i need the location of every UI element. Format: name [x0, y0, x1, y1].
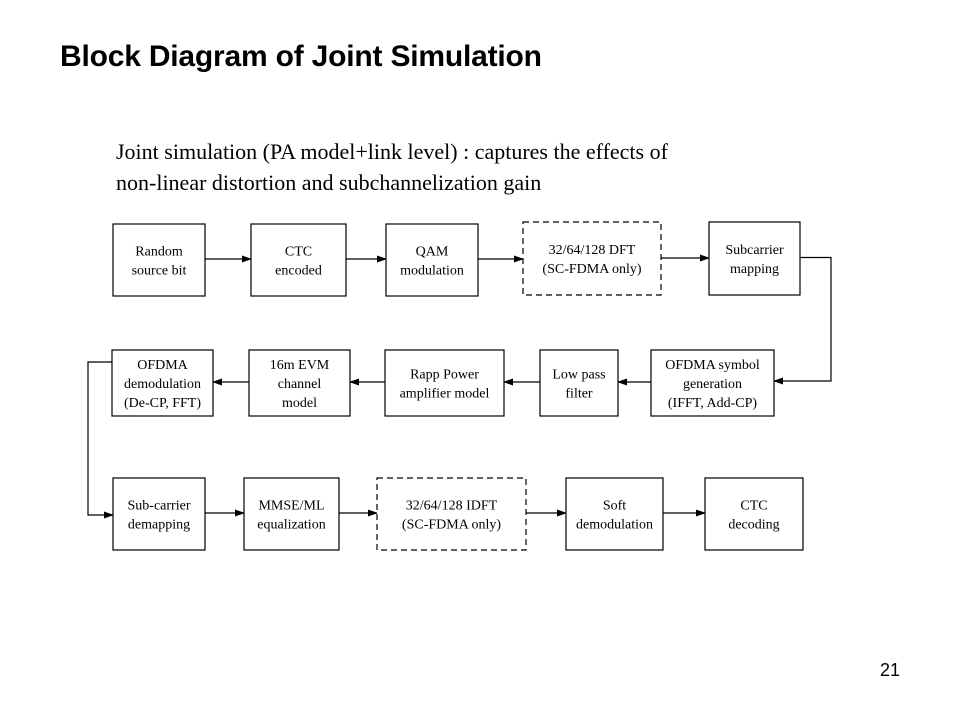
block-label: OFDMA	[137, 358, 188, 373]
block-sub-carrier-demapping: Sub-carrier demapping	[112, 477, 206, 551]
block-box	[704, 477, 804, 551]
block-label: model	[282, 396, 317, 411]
block-low-pass-filter: Low pass filter	[539, 349, 619, 417]
block-label: modulation	[400, 264, 464, 279]
block-box	[522, 221, 662, 296]
block-rapp-power-amplifier-model: Rapp Power amplifier model	[384, 349, 505, 417]
block-box	[243, 477, 340, 551]
block-label: equalization	[257, 518, 325, 533]
block-mmse-ml-equalization: MMSE/ML equalization	[243, 477, 340, 551]
block-label: (IFFT, Add-CP)	[668, 396, 758, 411]
block-random-source-bit: Random source bit	[112, 223, 206, 297]
block-label: amplifier model	[400, 387, 490, 402]
block-label: Soft	[603, 499, 626, 514]
arrow-ofdma-demodulation-to-sub-carrier-demapping	[87, 361, 114, 519]
block-idft: 32/64/128 IDFT (SC-FDMA only)	[376, 477, 527, 551]
block-label: filter	[565, 387, 593, 402]
block-ctc-encoded: CTC encoded	[250, 223, 347, 297]
block-subcarrier-mapping: Subcarrier mapping	[708, 221, 801, 296]
block-label: (SC-FDMA only)	[542, 262, 642, 277]
block-label: (De-CP, FFT)	[124, 396, 201, 411]
page-number: 21	[880, 660, 901, 680]
block-label: demapping	[128, 518, 190, 533]
block-label: (SC-FDMA only)	[402, 518, 502, 533]
blocks-layer: Random source bit CTC encoded QAM modulation 3…	[111, 221, 804, 551]
block-label: decoding	[728, 518, 779, 533]
block-box	[384, 349, 505, 417]
block-label: OFDMA symbol	[665, 358, 760, 373]
block-ctc-decoding: CTC decoding	[704, 477, 804, 551]
block-label: CTC	[285, 245, 312, 260]
block-ofdma-symbol-generation: OFDMA symbol generation (IFFT, Add-CP)	[650, 349, 775, 417]
block-qam-modulation: QAM modulation	[385, 223, 479, 297]
block-box	[565, 477, 664, 551]
block-label: CTC	[740, 499, 767, 514]
block-box	[708, 221, 801, 296]
block-label: mapping	[730, 262, 779, 277]
block-label: Subcarrier	[725, 243, 784, 258]
block-diagram: Random source bit CTC encoded QAM modulation 3…	[87, 221, 832, 551]
block-label: 16m EVM	[270, 358, 330, 373]
block-label: channel	[278, 377, 322, 392]
block-label: source bit	[132, 264, 187, 279]
block-16m-evm-channel-model: 16m EVM channel model	[248, 349, 351, 417]
block-box	[376, 477, 527, 551]
block-label: encoded	[275, 264, 322, 279]
block-label: MMSE/ML	[258, 499, 324, 514]
block-box	[112, 477, 206, 551]
block-label: demodulation	[576, 518, 653, 533]
block-ofdma-demodulation: OFDMA demodulation (De-CP, FFT)	[111, 349, 214, 417]
block-soft-demodulation: Soft demodulation	[565, 477, 664, 551]
block-box	[539, 349, 619, 417]
block-label: demodulation	[124, 377, 201, 392]
block-box	[385, 223, 479, 297]
block-label: Sub-carrier	[128, 499, 191, 514]
block-label: 32/64/128 IDFT	[406, 499, 498, 514]
block-label: QAM	[416, 245, 449, 260]
block-label: 32/64/128 DFT	[549, 243, 636, 258]
block-box	[250, 223, 347, 297]
block-label: Random	[135, 245, 183, 260]
block-box	[112, 223, 206, 297]
block-label: Low pass	[552, 368, 605, 383]
block-label: generation	[683, 377, 742, 392]
block-dft: 32/64/128 DFT (SC-FDMA only)	[522, 221, 662, 296]
block-label: Rapp Power	[410, 368, 479, 383]
